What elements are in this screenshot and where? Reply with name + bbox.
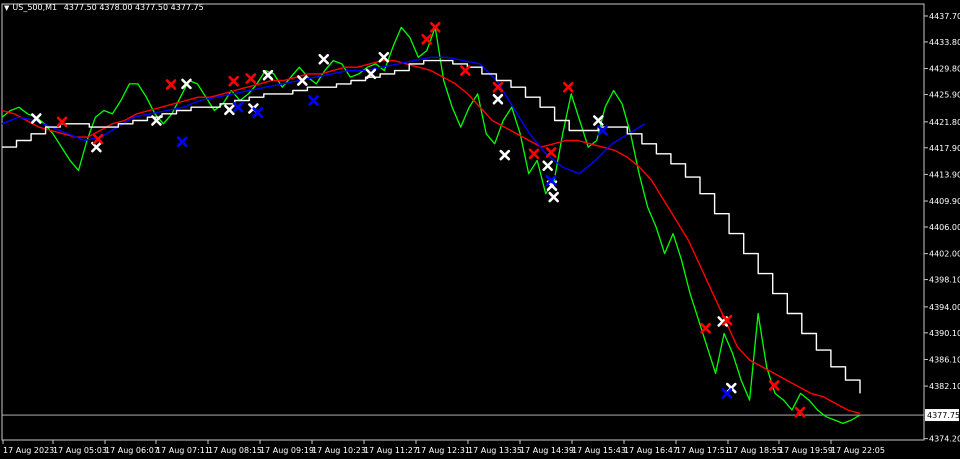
symbol-title: US_500,M1 bbox=[12, 3, 58, 12]
y-tick-label: 4413.90 bbox=[929, 170, 960, 179]
y-tick-label: 4421.80 bbox=[929, 118, 960, 127]
current-price-label: 4377.75 bbox=[927, 411, 960, 420]
signal-cross-marker bbox=[165, 79, 177, 90]
signal-cross-marker bbox=[308, 95, 319, 106]
x-tick-label: 17 Aug 2023 bbox=[3, 446, 54, 455]
signal-cross-marker bbox=[228, 75, 239, 87]
x-tick-label: 17 Aug 11:27 bbox=[364, 446, 418, 455]
signal-cross-marker bbox=[245, 73, 257, 84]
signal-cross-marker bbox=[421, 33, 433, 45]
ohlc-high: 4378.00 bbox=[99, 3, 133, 12]
signal-cross-marker bbox=[56, 116, 68, 128]
y-tick-label: 4417.90 bbox=[929, 144, 960, 153]
price-chart: 4437.70 4433.80 4429.80 4425.90 4421.80 4417.… bbox=[1, 3, 960, 455]
y-tick-label: 4390.10 bbox=[929, 329, 960, 338]
y-tick-label: 4433.80 bbox=[929, 38, 960, 47]
signal-cross-marker bbox=[92, 133, 104, 145]
signal-cross-marker bbox=[176, 136, 188, 148]
signal-cross-marker bbox=[262, 69, 274, 81]
signal-cross-marker bbox=[232, 101, 244, 113]
x-tick-label: 17 Aug 08:15 bbox=[208, 446, 262, 455]
x-tick-label: 17 Aug 18:55 bbox=[728, 446, 782, 455]
y-tick-label: 4425.90 bbox=[929, 91, 960, 100]
x-tick-label: 17 Aug 16:47 bbox=[624, 446, 678, 455]
ohlc-low: 4377.50 bbox=[134, 3, 169, 12]
ohlc-open: 4377.50 bbox=[63, 3, 97, 12]
y-tick-label: 4382.10 bbox=[929, 382, 960, 391]
x-tick-label: 17 Aug 17:51 bbox=[676, 446, 730, 455]
price-line-green bbox=[1, 26, 861, 425]
signal-cross-marker bbox=[499, 149, 511, 161]
x-tick-label: 17 Aug 19:59 bbox=[779, 446, 833, 455]
signal-cross-marker bbox=[562, 81, 574, 93]
x-tick-label: 17 Aug 12:31 bbox=[416, 446, 470, 455]
x-tick-label: 17 Aug 05:03 bbox=[53, 446, 107, 455]
signal-cross-marker bbox=[318, 53, 330, 65]
y-tick-label: 4374.20 bbox=[929, 435, 960, 444]
y-tick-label: 4406.00 bbox=[929, 223, 960, 232]
y-tick-label: 4437.70 bbox=[929, 12, 960, 21]
x-tick-label: 17 Aug 22:05 bbox=[831, 446, 885, 455]
signal-cross-marker bbox=[252, 107, 263, 118]
indicator-step-line-white bbox=[2, 59, 861, 394]
x-tick-label: 17 Aug 13:35 bbox=[468, 446, 522, 455]
y-tick-label: 4429.80 bbox=[929, 65, 960, 74]
indicator-line-red bbox=[1, 59, 861, 415]
chart-title-bar: ▼ US_500,M1 4377.50 4378.00 4377.50 4377.… bbox=[4, 3, 204, 12]
y-tick-label: 4402.00 bbox=[929, 250, 960, 259]
signal-cross-marker bbox=[700, 322, 711, 334]
x-tick-label: 17 Aug 14:39 bbox=[520, 446, 574, 455]
signal-cross-marker bbox=[768, 380, 780, 391]
chart-menu-triangle-icon[interactable]: ▼ bbox=[4, 4, 9, 12]
y-tick-label: 4394.00 bbox=[929, 303, 960, 312]
signal-cross-marker bbox=[542, 160, 553, 172]
x-tick-label: 17 Aug 15:43 bbox=[572, 446, 626, 455]
signal-cross-marker bbox=[545, 147, 557, 158]
signal-cross-marker bbox=[528, 148, 540, 160]
signal-cross-marker bbox=[548, 191, 559, 203]
x-tick-label: 17 Aug 06:07 bbox=[105, 446, 159, 455]
x-tick-label: 17 Aug 10:23 bbox=[312, 446, 366, 455]
y-tick-label: 4386.10 bbox=[929, 355, 960, 364]
ohlc-close: 4377.75 bbox=[170, 3, 204, 12]
x-tick-label: 17 Aug 07:11 bbox=[156, 446, 210, 455]
x-tick-label: 17 Aug 09:19 bbox=[260, 446, 314, 455]
y-tick-label: 4398.10 bbox=[929, 276, 960, 285]
signal-cross-marker bbox=[460, 65, 471, 76]
signal-cross-marker bbox=[224, 104, 235, 116]
signal-cross-marker bbox=[492, 93, 504, 105]
y-tick-label: 4409.90 bbox=[929, 197, 960, 206]
